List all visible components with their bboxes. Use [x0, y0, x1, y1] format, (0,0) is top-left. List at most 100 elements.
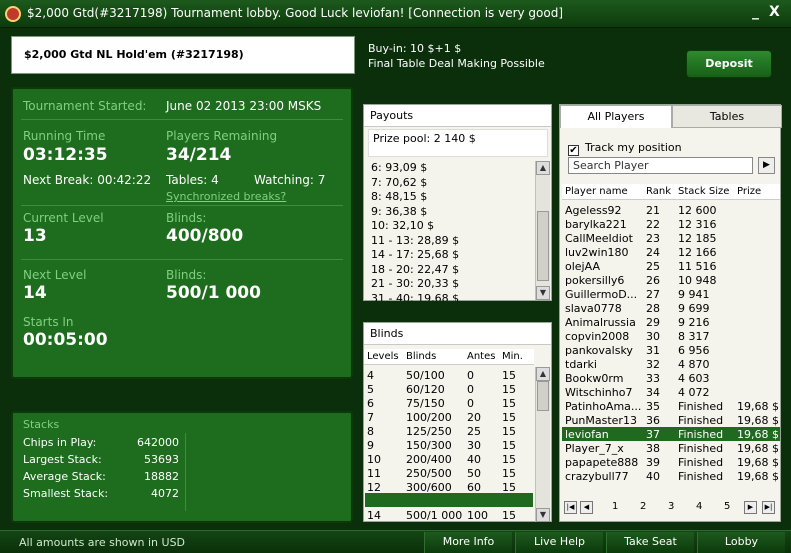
player-cell: 11 516 — [678, 260, 717, 273]
next-page-icon[interactable]: ▶ — [744, 501, 757, 514]
blinds-row: 7 100/200 20 15 — [365, 409, 533, 424]
stack-label: Average Stack: — [23, 470, 106, 483]
payout-row: 21 - 30: 20,33 $ — [371, 277, 460, 290]
player-cell: 39 — [646, 456, 660, 469]
next-level-value: 14 — [23, 283, 47, 303]
player-row[interactable]: GuillermoD... 27 9 941 — [562, 287, 780, 301]
tab-tables[interactable]: Tables — [672, 105, 782, 128]
player-row[interactable]: pankovalsky 31 6 956 — [562, 343, 780, 357]
player-row[interactable]: crazybull77 40 Finished 19,68 $ — [562, 469, 780, 483]
player-cell: 35 — [646, 400, 660, 413]
player-row[interactable]: PatinhoAma... 35 Finished 19,68 $ — [562, 399, 780, 413]
col-levels: Levels — [367, 351, 399, 362]
player-row[interactable]: olejAA 25 11 516 — [562, 259, 780, 273]
player-cell: olejAA — [565, 260, 600, 273]
payout-row: 31 - 40: 19,68 $ — [371, 291, 460, 302]
blinds-cell: 500/1 000 — [406, 509, 463, 522]
track-position[interactable]: ✔ Track my position — [568, 141, 682, 156]
page-number[interactable]: 1 — [612, 501, 618, 512]
player-cell: Finished — [678, 414, 724, 427]
blinds-row: 12 300/600 60 15 — [365, 479, 533, 494]
player-cell: Witschinho7 — [565, 386, 633, 399]
blinds-row: 6 75/150 0 15 — [365, 395, 533, 410]
scroll-thumb[interactable] — [537, 381, 549, 411]
player-row[interactable]: copvin2008 30 8 317 — [562, 329, 780, 343]
player-cell: 19,68 $ — [737, 442, 779, 455]
lobby-button[interactable]: Lobby — [697, 532, 785, 553]
scroll-down-icon[interactable]: ▼ — [536, 508, 550, 522]
page-number[interactable]: 5 — [724, 501, 730, 512]
last-page-icon[interactable]: ▶| — [762, 501, 775, 514]
synchronized-breaks-link[interactable]: Synchronized breaks? — [166, 190, 286, 203]
more-info-button[interactable]: More Info — [424, 532, 512, 553]
first-page-icon[interactable]: |◀ — [564, 501, 577, 514]
stack-value: 18882 — [144, 470, 179, 483]
player-cell: 6 956 — [678, 344, 710, 357]
blinds-list[interactable]: 4 50/100 0 15 5 60/120 0 15 6 75/150 0 15 7 100/200 20… — [365, 367, 533, 522]
player-row[interactable]: CallMeeIdiot 23 12 185 — [562, 231, 780, 245]
minimize-button[interactable]: _ — [752, 4, 759, 20]
page-number[interactable]: 3 — [668, 501, 674, 512]
col-min: Min. — [502, 351, 523, 362]
player-cell: 12 166 — [678, 246, 717, 259]
scroll-up-icon[interactable]: ▲ — [536, 367, 550, 381]
player-cell: 10 948 — [678, 274, 717, 287]
take-seat-button[interactable]: Take Seat — [606, 532, 694, 553]
player-cell: 24 — [646, 246, 660, 259]
stacks-panel: Stacks Chips in Play: 642000 Largest Sta… — [11, 411, 353, 523]
deposit-button[interactable]: Deposit — [686, 50, 772, 78]
player-cell: Finished — [678, 456, 724, 469]
player-cell: 30 — [646, 330, 660, 343]
scroll-down-icon[interactable]: ▼ — [536, 286, 550, 300]
players-list[interactable]: Ageless92 21 12 600 barylka221 22 12 316 CallM… — [562, 203, 780, 485]
player-cell: pankovalsky — [565, 344, 633, 357]
player-row[interactable]: Witschinho7 34 4 072 — [562, 385, 780, 399]
players-tabs: All Players Tables — [560, 105, 782, 128]
payouts-scrollbar[interactable]: ▲ ▼ — [535, 161, 550, 300]
search-arrow-icon[interactable]: ▶ — [758, 157, 775, 174]
player-cell: 12 600 — [678, 204, 717, 217]
buyin-text: Buy-in: 10 $+1 $ — [368, 42, 462, 55]
player-cell: 31 — [646, 344, 660, 357]
player-row[interactable]: luv2win180 24 12 166 — [562, 245, 780, 259]
title-bar: $2,000 Gtd(#3217198) Tournament lobby. G… — [0, 0, 791, 28]
player-cell: PunMaster13 — [565, 414, 637, 427]
player-row[interactable]: leviofan 37 Finished 19,68 $ — [562, 427, 780, 441]
player-cell: 23 — [646, 232, 660, 245]
blinds-row: 9 150/300 30 15 — [365, 437, 533, 452]
close-button[interactable]: X — [769, 4, 780, 20]
page-number[interactable]: 2 — [640, 501, 646, 512]
col-stack-size: Stack Size — [678, 186, 730, 197]
buyin-info: Buy-in: 10 $+1 $ Final Table Deal Making… — [363, 36, 676, 96]
player-row[interactable]: slava0778 28 9 699 — [562, 301, 780, 315]
player-row[interactable]: barylka221 22 12 316 — [562, 217, 780, 231]
blinds-scrollbar[interactable]: ▲ ▼ — [535, 367, 550, 522]
player-row[interactable]: PunMaster13 36 Finished 19,68 $ — [562, 413, 780, 427]
footer-bar: All amounts are shown in USD More Info L… — [0, 530, 791, 553]
blinds-row: 11 250/500 50 15 — [365, 465, 533, 480]
prev-page-icon[interactable]: ◀ — [580, 501, 593, 514]
player-row[interactable]: Player_7_x 38 Finished 19,68 $ — [562, 441, 780, 455]
player-cell: 8 317 — [678, 330, 710, 343]
player-row[interactable]: Bookw0rm 33 4 603 — [562, 371, 780, 385]
player-row[interactable]: Ageless92 21 12 600 — [562, 203, 780, 217]
player-row[interactable]: papapete888 39 Finished 19,68 $ — [562, 455, 780, 469]
player-cell: PatinhoAma... — [565, 400, 642, 413]
blinds-panel: Blinds Levels Blinds Antes Min. 4 50/100 0… — [363, 322, 552, 522]
player-row[interactable]: tdarki 32 4 870 — [562, 357, 780, 371]
player-cell: 19,68 $ — [737, 456, 779, 469]
started-label: Tournament Started: — [23, 99, 147, 113]
live-help-button[interactable]: Live Help — [515, 532, 603, 553]
tab-all-players[interactable]: All Players — [560, 105, 672, 128]
scroll-up-icon[interactable]: ▲ — [536, 161, 550, 175]
player-row[interactable]: Animalrussia 29 9 216 — [562, 315, 780, 329]
page-number[interactable]: 4 — [696, 501, 702, 512]
player-row[interactable]: pokersilly6 26 10 948 — [562, 273, 780, 287]
col-prize: Prize — [737, 186, 762, 197]
search-player-input[interactable]: Search Player — [568, 157, 753, 174]
scroll-thumb[interactable] — [537, 211, 549, 281]
checkbox-checked-icon[interactable]: ✔ — [568, 145, 579, 156]
player-cell: 26 — [646, 274, 660, 287]
blinds-row: 10 200/400 40 15 — [365, 451, 533, 466]
payouts-list[interactable]: 6: 93,09 $ 7: 70,62 $ 8: 48,15 $ 9: 36,3… — [366, 161, 534, 301]
